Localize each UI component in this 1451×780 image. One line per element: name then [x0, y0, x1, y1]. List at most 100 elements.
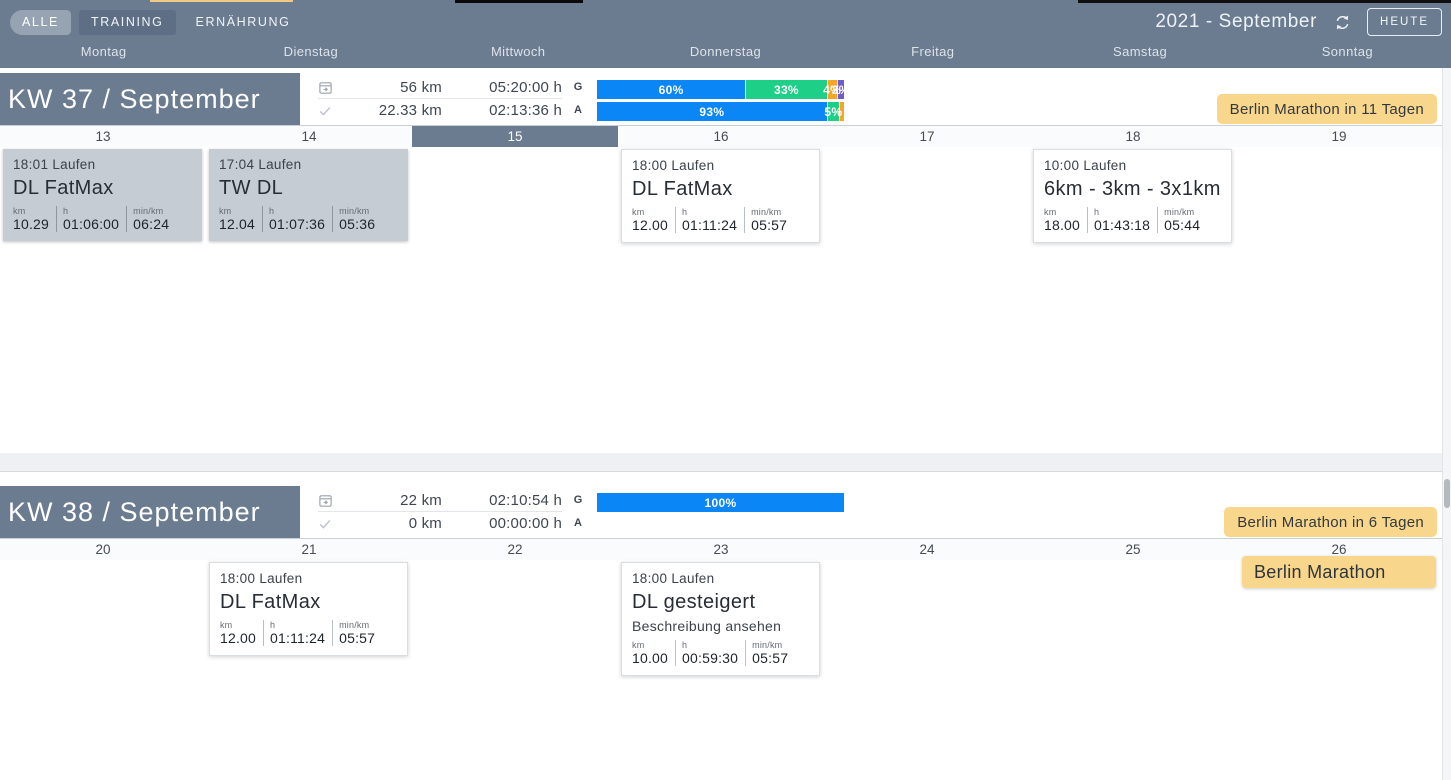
completed-row-label: A [566, 517, 590, 529]
calendar-icon [318, 493, 342, 508]
day-header-donnerstag: Donnerstag [622, 44, 829, 64]
tab-training[interactable]: TRAINING [79, 10, 176, 35]
date-row: 13141516171819 [0, 125, 1442, 147]
completed-duration: 00:00:00 h [442, 515, 562, 532]
stat-value: 06:24 [133, 216, 169, 232]
stat-h: h01:43:18 [1087, 207, 1157, 233]
day-number-cell[interactable]: 20 [0, 539, 206, 560]
stat-unit-label: h [682, 207, 737, 217]
stat-unit-label: min/km [339, 620, 375, 630]
week-title: KW 38 / September [0, 486, 300, 538]
stat-value: 05:36 [339, 216, 375, 232]
stat-unit-label: km [632, 207, 668, 217]
day-number-cell[interactable]: 16 [618, 126, 824, 147]
stat-value: 01:07:36 [269, 216, 325, 232]
planned-row-label: G [566, 494, 590, 506]
stat-km: km10.29 [13, 206, 56, 232]
workout-card[interactable]: 10:00 Laufen6km - 3km - 3x1kmkm18.00h01:… [1033, 149, 1232, 243]
today-button[interactable]: HEUTE [1367, 8, 1442, 36]
stat-km: km12.00 [220, 620, 263, 646]
day-number-cell[interactable]: 18 [1030, 126, 1236, 147]
completed-duration: 02:13:36 h [442, 102, 562, 119]
day-header-montag: Montag [0, 44, 207, 64]
stat-km: km12.00 [632, 207, 675, 233]
marathon-countdown-badge: Berlin Marathon in 6 Tagen [1224, 507, 1437, 537]
planned-progress-bar: 100% [597, 493, 844, 512]
top-edge-artifact [150, 0, 293, 2]
workout-title: 6km - 3km - 3x1km [1044, 178, 1221, 201]
description-link[interactable]: Beschreibung ansehen [632, 618, 809, 634]
stat-value: 10.29 [13, 216, 49, 232]
completed-stats-row: 22.33 km02:13:36 h [318, 99, 562, 122]
week-stats: 56 km05:20:00 h22.33 km02:13:36 h [318, 76, 562, 122]
progress-segment: 3% [837, 80, 844, 99]
workout-time: 18:00 Laufen [220, 571, 397, 586]
stat-value: 01:11:24 [682, 217, 737, 233]
planned-stats-row: 56 km05:20:00 h [318, 76, 562, 99]
progress-segment: 93% [597, 102, 827, 121]
completed-progress-bar [597, 515, 844, 534]
planned-duration: 02:10:54 h [442, 492, 562, 509]
workout-title: DL gesteigert [632, 591, 809, 614]
stat-h: h01:06:00 [56, 206, 126, 232]
stat-value: 12.04 [219, 216, 255, 232]
tab-alle[interactable]: ALLE [10, 10, 71, 35]
planned-distance: 56 km [342, 79, 442, 96]
stat-unit-label: km [219, 206, 255, 216]
workout-card[interactable]: 18:01 LaufenDL FatMaxkm10.29h01:06:00min… [3, 149, 202, 241]
race-event-chip[interactable]: Berlin Marathon [1242, 556, 1436, 588]
refresh-icon[interactable] [1332, 12, 1352, 32]
scrollbar-thumb[interactable] [1444, 479, 1450, 508]
workout-stats: km12.00h01:11:24min/km05:57 [220, 620, 397, 646]
workout-time: 18:00 Laufen [632, 571, 809, 586]
day-number-cell[interactable]: 25 [1030, 539, 1236, 560]
day-number-cell[interactable]: 21 [206, 539, 412, 560]
completed-distance: 22.33 km [342, 102, 442, 119]
stat-unit-label: min/km [339, 206, 375, 216]
stat-km: km18.00 [1044, 207, 1087, 233]
day-number-cell[interactable]: 23 [618, 539, 824, 560]
marathon-countdown-badge: Berlin Marathon in 11 Tagen [1217, 94, 1437, 124]
progress-segment-label: 3% [832, 83, 850, 97]
progress-segment: 60% [597, 80, 745, 99]
workout-time: 17:04 Laufen [219, 157, 398, 172]
workout-title: DL FatMax [220, 591, 397, 614]
week-stats: 22 km02:10:54 h0 km00:00:00 h [318, 489, 562, 535]
stat-unit-label: km [220, 620, 256, 630]
completed-stats-row: 0 km00:00:00 h [318, 512, 562, 535]
stat-unit-label: km [632, 640, 668, 650]
stat-km: km10.00 [632, 640, 675, 666]
workout-card[interactable]: 18:00 Laufen DL FatMax km12.00h01:11:24min… [209, 562, 408, 656]
stat-pace: min/km05:57 [745, 640, 795, 666]
stat-value: 12.00 [220, 630, 256, 646]
workout-card[interactable]: 17:04 LaufenTW DLkm12.04h01:07:36min/km0… [209, 149, 408, 241]
month-label: 2021 - September [1155, 11, 1317, 33]
workout-card[interactable]: 18:00 LaufenDL FatMaxkm12.00h01:11:24min… [621, 149, 820, 243]
stat-unit-label: min/km [751, 207, 787, 217]
day-number-cell[interactable]: 13 [0, 126, 206, 147]
stat-unit-label: min/km [133, 206, 169, 216]
day-header-dienstag: Dienstag [207, 44, 414, 64]
stat-km: km12.04 [219, 206, 262, 232]
workout-card[interactable]: 18:00 Laufen DL gesteigert Beschreibung an… [621, 562, 820, 676]
day-number-cell[interactable]: 19 [1236, 126, 1442, 147]
workout-stats: km18.00h01:43:18min/km05:44 [1044, 207, 1221, 233]
day-number-cell[interactable]: 14 [206, 126, 412, 147]
scrollbar-track[interactable] [1442, 68, 1451, 780]
day-header-mittwoch: Mittwoch [415, 44, 622, 64]
day-number-cell[interactable]: 15 [412, 126, 618, 147]
tab-ern-hrung[interactable]: ERNÄHRUNG [184, 10, 303, 35]
completed-progress-bar: 93%5% [597, 102, 844, 121]
stat-unit-label: min/km [1164, 207, 1200, 217]
check-icon [318, 104, 342, 118]
day-header-freitag: Freitag [829, 44, 1036, 64]
stat-value: 01:06:00 [63, 216, 119, 232]
day-header-samstag: Samstag [1036, 44, 1243, 64]
day-number-cell[interactable]: 22 [412, 539, 618, 560]
day-number-cell[interactable]: 24 [824, 539, 1030, 560]
stat-pace: min/km05:36 [332, 206, 382, 232]
day-number-cell[interactable]: 17 [824, 126, 1030, 147]
progress-segment-label: 93% [699, 105, 724, 119]
week-section-divider [0, 453, 1442, 472]
stat-pace: min/km05:57 [332, 620, 382, 646]
